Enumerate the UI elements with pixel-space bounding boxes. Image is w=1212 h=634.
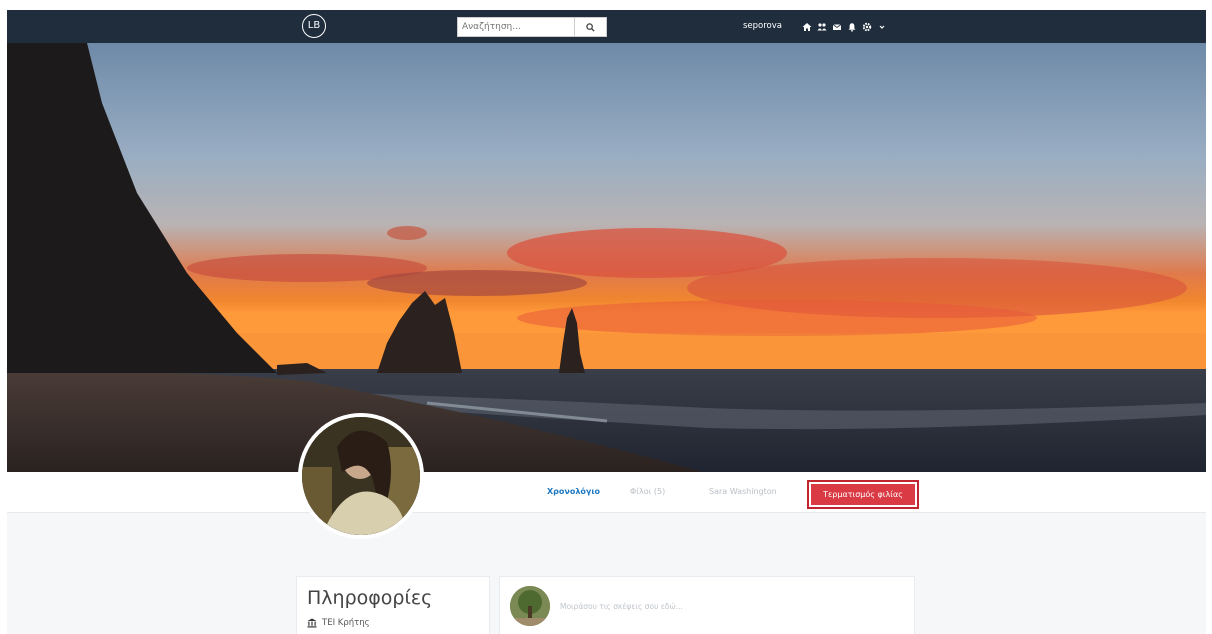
unfriend-button-highlight: Τερματισμός φιλίας xyxy=(807,480,919,509)
top-navbar: LB seporova xyxy=(7,10,1206,43)
home-icon[interactable] xyxy=(799,17,814,35)
search-button[interactable] xyxy=(574,17,607,37)
tab-profile-name[interactable]: Sara Washington xyxy=(709,487,777,496)
messages-icon[interactable] xyxy=(829,17,844,35)
friends-icon[interactable] xyxy=(814,17,829,35)
info-title: Πληροφορίες xyxy=(307,587,433,609)
nav-icon-group xyxy=(799,17,889,35)
cover-photo xyxy=(7,43,1206,473)
composer-placeholder[interactable]: Μοιράσου τις σκέψεις σου εδώ... xyxy=(560,602,683,611)
nav-username[interactable]: seporova xyxy=(743,21,782,31)
chevron-down-icon[interactable] xyxy=(874,17,889,35)
info-school-row: ΤΕΙ Κρήτης xyxy=(307,618,370,628)
tab-friends[interactable]: Φίλοι (5) xyxy=(630,487,665,496)
info-school: ΤΕΙ Κρήτης xyxy=(322,618,370,628)
notifications-icon[interactable] xyxy=(844,17,859,35)
unfriend-button[interactable]: Τερματισμός φιλίας xyxy=(811,484,915,505)
search-icon xyxy=(586,22,595,32)
browser-viewport: LB seporova xyxy=(7,10,1206,634)
profile-tab-bar: Χρονολόγιο Φίλοι (5) Sara Washington Τερ… xyxy=(7,472,1206,513)
profile-avatar[interactable] xyxy=(298,413,424,539)
search-input[interactable] xyxy=(457,17,574,37)
info-card: Πληροφορίες ΤΕΙ Κρήτης xyxy=(296,576,490,634)
settings-icon[interactable] xyxy=(859,17,874,35)
search-form xyxy=(457,17,607,37)
composer-avatar xyxy=(510,586,550,626)
post-composer[interactable]: Μοιράσου τις σκέψεις σου εδώ... xyxy=(499,576,915,634)
institution-icon xyxy=(307,618,317,628)
tab-timeline[interactable]: Χρονολόγιο xyxy=(547,487,600,496)
site-logo[interactable]: LB xyxy=(302,14,326,38)
